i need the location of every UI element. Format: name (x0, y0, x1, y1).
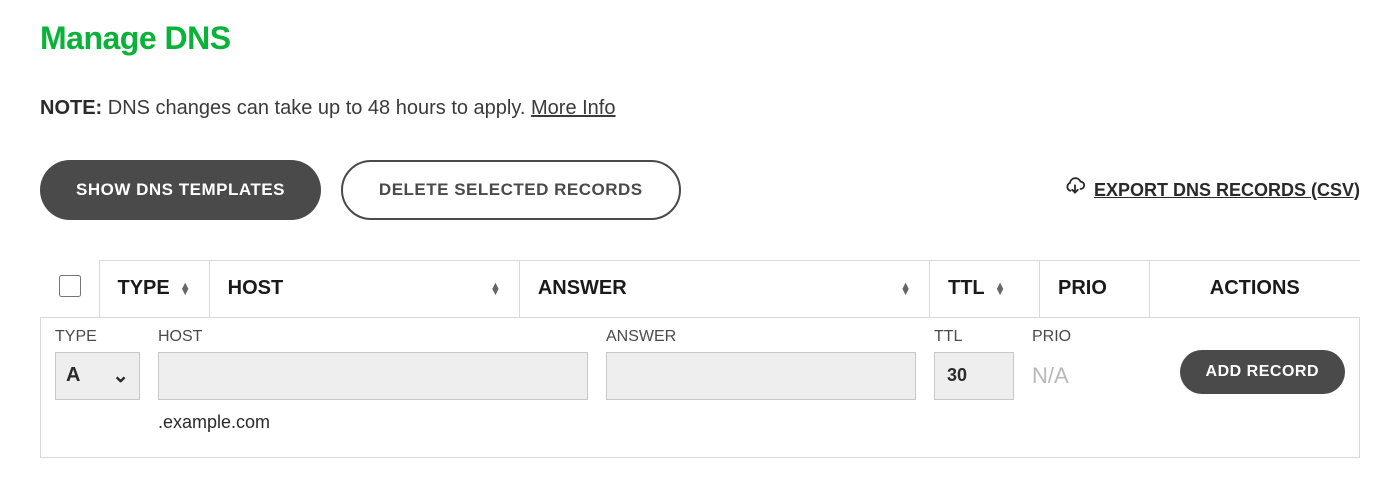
column-header-host[interactable]: HOST▲▼ (209, 261, 519, 318)
type-select-value: A (66, 364, 80, 387)
host-input[interactable] (158, 352, 588, 400)
export-dns-records-link[interactable]: EXPORT DNS RECORDS (CSV) (1064, 177, 1360, 204)
select-all-header (41, 261, 100, 318)
ttl-input[interactable] (934, 352, 1014, 400)
column-header-ttl[interactable]: TTL▲▼ (930, 261, 1040, 318)
add-record-button[interactable]: ADD RECORD (1180, 350, 1345, 394)
type-field: TYPE A ⌄ (55, 328, 140, 400)
action-bar: SHOW DNS TEMPLATES DELETE SELECTED RECOR… (40, 160, 1360, 220)
ttl-field: TTL (934, 328, 1014, 400)
answer-field-label: ANSWER (606, 328, 916, 346)
note-row: NOTE: DNS changes can take up to 48 hour… (40, 97, 1360, 120)
cloud-download-icon (1064, 177, 1086, 204)
type-select[interactable]: A ⌄ (55, 352, 140, 400)
show-dns-templates-button[interactable]: SHOW DNS TEMPLATES (40, 160, 321, 220)
sort-icon: ▲▼ (900, 283, 911, 295)
prio-field: PRIO N/A (1032, 328, 1071, 400)
sort-icon: ▲▼ (180, 283, 191, 295)
answer-input[interactable] (606, 352, 916, 400)
column-header-actions: ACTIONS (1150, 261, 1360, 318)
type-field-label: TYPE (55, 328, 140, 346)
answer-field: ANSWER (606, 328, 916, 400)
column-header-answer[interactable]: ANSWER▲▼ (519, 261, 929, 318)
dns-records-table: TYPE▲▼ HOST▲▼ ANSWER▲▼ TTL▲▼ PRIO ACTION… (40, 260, 1360, 458)
page-title: Manage DNS (40, 20, 1360, 57)
note-text: DNS changes can take up to 48 hours to a… (102, 97, 531, 119)
delete-selected-records-button[interactable]: DELETE SELECTED RECORDS (341, 160, 681, 220)
note-label: NOTE: (40, 97, 102, 119)
host-field: HOST .example.com (158, 328, 588, 433)
sort-icon: ▲▼ (490, 283, 501, 295)
select-all-checkbox[interactable] (59, 275, 81, 297)
sort-icon: ▲▼ (995, 283, 1006, 295)
host-field-label: HOST (158, 328, 588, 346)
export-link-label: EXPORT DNS RECORDS (CSV) (1094, 180, 1360, 201)
prio-value: N/A (1032, 352, 1071, 400)
chevron-down-icon: ⌄ (112, 363, 129, 388)
ttl-field-label: TTL (934, 328, 1014, 346)
host-suffix: .example.com (158, 412, 588, 433)
column-header-prio: PRIO (1040, 261, 1150, 318)
column-header-type[interactable]: TYPE▲▼ (99, 261, 209, 318)
prio-field-label: PRIO (1032, 328, 1071, 346)
new-record-row: TYPE A ⌄ HOST .example.com ANSWER (55, 328, 1345, 433)
more-info-link[interactable]: More Info (531, 97, 615, 119)
